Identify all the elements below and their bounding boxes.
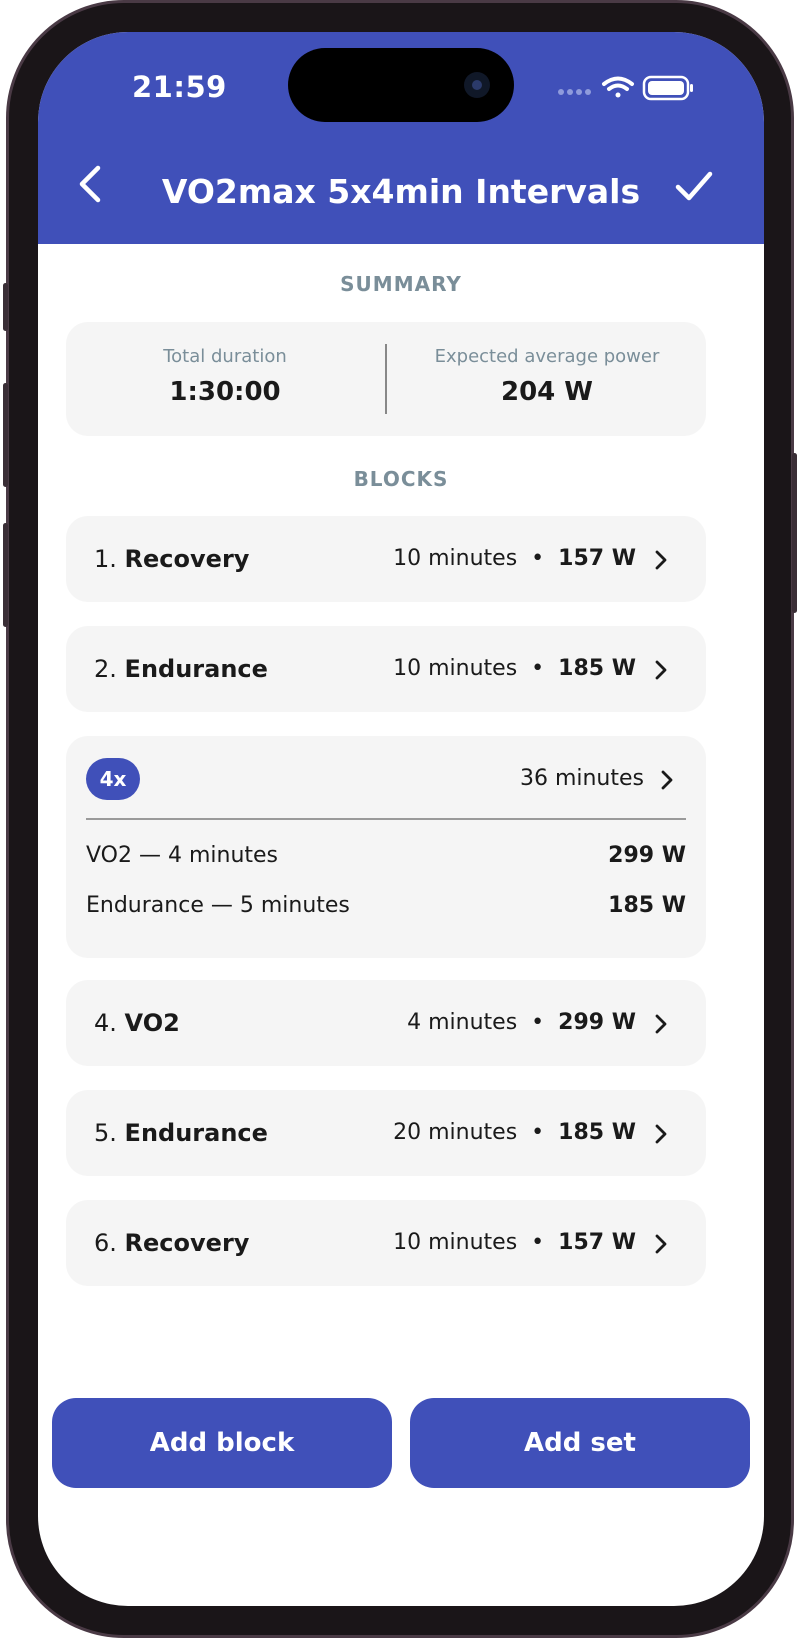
add-set-button[interactable]: Add set	[410, 1398, 750, 1488]
block-separator: •	[531, 1120, 545, 1145]
status-icons	[558, 74, 708, 108]
block-row[interactable]: 6. Recovery 10 minutes • 157 W	[66, 1200, 706, 1286]
blocks-section-title: BLOCKS	[353, 467, 449, 491]
block-title: Recovery	[124, 1229, 250, 1257]
block-power: 157 W	[558, 1230, 636, 1255]
back-button[interactable]	[70, 162, 110, 206]
chevron-right-icon	[655, 1014, 667, 1034]
block-duration: 20 minutes	[393, 1120, 518, 1145]
set-sub-power: 299 W	[608, 843, 686, 868]
signal-icon	[558, 89, 591, 95]
set-sub-label: Endurance — 5 minutes	[86, 893, 350, 918]
block-separator: •	[531, 1010, 545, 1035]
block-duration: 4 minutes	[407, 1010, 518, 1035]
block-meta: 10 minutes • 157 W	[393, 1200, 636, 1286]
summary-card: Total duration 1:30:00 Expected average …	[66, 322, 706, 436]
total-duration: Total duration 1:30:00	[66, 346, 384, 407]
average-power: Expected average power 204 W	[388, 346, 706, 407]
total-duration-label: Total duration	[163, 346, 287, 367]
block-meta: 20 minutes • 185 W	[393, 1090, 636, 1176]
status-time: 21:59	[132, 70, 227, 104]
block-power: 185 W	[558, 656, 636, 681]
chevron-left-icon	[79, 165, 101, 203]
block-meta: 4 minutes • 299 W	[407, 980, 636, 1066]
block-power: 157 W	[558, 546, 636, 571]
block-name: 6. Recovery	[94, 1200, 249, 1286]
block-title: VO2	[124, 1009, 180, 1037]
chevron-right-icon	[655, 1124, 667, 1144]
dynamic-island	[288, 48, 514, 122]
block-index: 1.	[94, 545, 117, 573]
block-index: 5.	[94, 1119, 117, 1147]
block-duration: 10 minutes	[393, 1230, 518, 1255]
avg-power-value: 204 W	[500, 377, 593, 407]
chevron-right-icon	[655, 660, 667, 680]
set-repeat-badge: 4x	[86, 758, 140, 800]
block-meta: 10 minutes • 185 W	[393, 626, 636, 712]
block-index: 2.	[94, 655, 117, 683]
block-title: Endurance	[124, 655, 268, 683]
block-row[interactable]: 1. Recovery 10 minutes • 157 W	[66, 516, 706, 602]
avg-power-label: Expected average power	[434, 346, 660, 367]
block-index: 4.	[94, 1009, 117, 1037]
side-button-mute	[3, 283, 8, 331]
block-row[interactable]: 2. Endurance 10 minutes • 185 W	[66, 626, 706, 712]
set-block[interactable]: 4x 36 minutes VO2 — 4 minutes 299 W Endu…	[66, 736, 706, 958]
total-duration-value: 1:30:00	[169, 377, 281, 407]
block-row[interactable]: 4. VO2 4 minutes • 299 W	[66, 980, 706, 1066]
block-title: Endurance	[124, 1119, 268, 1147]
battery-icon	[642, 75, 693, 101]
set-sub-power: 185 W	[608, 893, 686, 918]
block-name: 4. VO2	[94, 980, 180, 1066]
set-divider	[86, 818, 686, 820]
block-power: 299 W	[558, 1010, 636, 1035]
block-duration: 10 minutes	[393, 656, 518, 681]
block-separator: •	[531, 546, 545, 571]
save-button[interactable]	[672, 166, 716, 206]
checkmark-icon	[675, 171, 713, 201]
add-block-button[interactable]: Add block	[52, 1398, 392, 1488]
set-sub-row: Endurance — 5 minutes 185 W	[86, 886, 686, 926]
block-name: 1. Recovery	[94, 516, 249, 602]
app-screen: 21:59 VO2max 5x4min Intervals SUMMARY To…	[38, 32, 764, 1606]
side-button-volume-down	[3, 523, 8, 627]
block-duration: 10 minutes	[393, 546, 518, 571]
chevron-right-icon	[655, 1234, 667, 1254]
set-sub-row: VO2 — 4 minutes 299 W	[86, 836, 686, 876]
summary-divider	[385, 344, 387, 414]
summary-section-title: SUMMARY	[340, 272, 462, 296]
chevron-right-icon	[661, 770, 673, 790]
block-separator: •	[531, 1230, 545, 1255]
app-header: 21:59 VO2max 5x4min Intervals	[38, 32, 764, 244]
page-title: VO2max 5x4min Intervals	[161, 172, 641, 211]
block-power: 185 W	[558, 1120, 636, 1145]
wifi-icon	[602, 76, 634, 98]
block-title: Recovery	[124, 545, 250, 573]
block-name: 5. Endurance	[94, 1090, 268, 1176]
side-button-power	[792, 453, 797, 613]
side-button-volume-up	[3, 383, 8, 487]
block-separator: •	[531, 656, 545, 681]
camera-icon	[464, 72, 490, 98]
set-duration: 36 minutes	[519, 766, 644, 791]
chevron-right-icon	[655, 550, 667, 570]
set-sub-label: VO2 — 4 minutes	[86, 843, 279, 868]
block-index: 6.	[94, 1229, 117, 1257]
block-name: 2. Endurance	[94, 626, 268, 712]
block-row[interactable]: 5. Endurance 20 minutes • 185 W	[66, 1090, 706, 1176]
block-meta: 10 minutes • 157 W	[393, 516, 636, 602]
